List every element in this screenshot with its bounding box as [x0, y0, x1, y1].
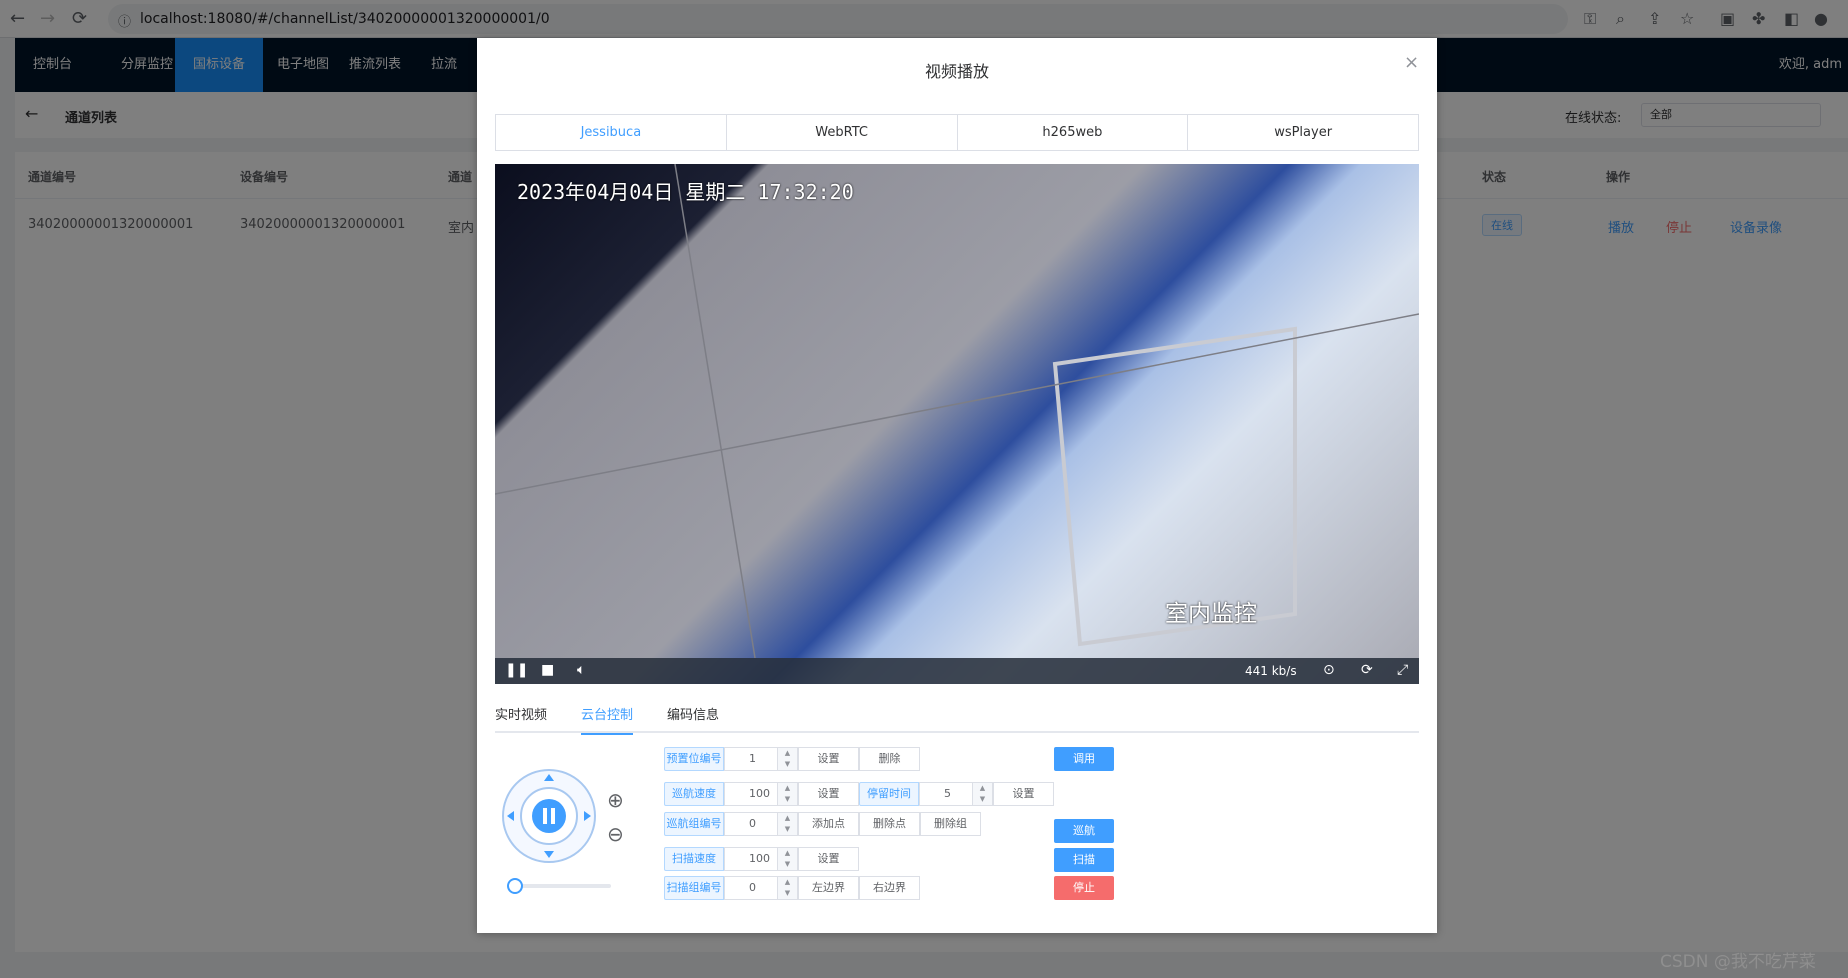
- scan-speed-set-button[interactable]: 设置: [798, 847, 859, 871]
- stepper-icon[interactable]: ▲ ▼: [777, 848, 797, 870]
- stop-button[interactable]: 停止: [1054, 876, 1114, 900]
- scan-speed-label: 扫描速度: [664, 847, 724, 871]
- zoom-in-icon[interactable]: ⊕: [607, 788, 624, 812]
- player-tabs: Jessibuca WebRTC h265web wsPlayer: [495, 114, 1419, 151]
- scan-button[interactable]: 扫描: [1054, 848, 1114, 872]
- watermark: CSDN @我不吃芹菜: [1660, 952, 1816, 972]
- zoom-out-icon[interactable]: ⊖: [607, 822, 624, 846]
- stay-time-label: 停留时间: [859, 782, 919, 806]
- osd-timestamp: 2023年04月04日 星期二 17:32:20: [517, 180, 854, 204]
- control-tabs: 实时视频 云台控制 编码信息: [495, 698, 1419, 735]
- preset-delete-button[interactable]: 删除: [859, 747, 920, 771]
- stepper-icon[interactable]: ▲ ▼: [777, 813, 797, 835]
- right-boundary-button[interactable]: 右边界: [859, 876, 920, 900]
- fullscreen-icon[interactable]: ⤢: [1397, 662, 1408, 678]
- dialog-title: 视频播放: [924, 62, 989, 81]
- video-dialog: 视频播放 × Jessibuca WebRTC h265web wsPlayer…: [477, 38, 1437, 933]
- left-boundary-button[interactable]: 左边界: [798, 876, 859, 900]
- cruise-speed-set-button[interactable]: 设置: [798, 782, 859, 806]
- preset-set-button[interactable]: 设置: [798, 747, 859, 771]
- scan-group-input[interactable]: 0 ▲ ▼: [724, 876, 798, 900]
- preset-value: 1: [749, 752, 756, 765]
- replay-icon[interactable]: ⟳: [1361, 662, 1373, 678]
- call-preset-button[interactable]: 调用: [1054, 747, 1114, 771]
- tab-webrtc[interactable]: WebRTC: [727, 115, 958, 150]
- ptz-direction-pad[interactable]: [499, 766, 599, 866]
- tab-h265web[interactable]: h265web: [958, 115, 1189, 150]
- tab-live-video[interactable]: 实时视频: [495, 698, 547, 733]
- scan-group-label: 扫描组编号: [664, 876, 724, 900]
- tab-encode-info[interactable]: 编码信息: [667, 698, 719, 733]
- video-frame: [495, 164, 1419, 658]
- cruise-speed-value: 100: [749, 787, 770, 800]
- stepper-icon[interactable]: ▲ ▼: [777, 783, 797, 805]
- cruise-button[interactable]: 巡航: [1054, 819, 1114, 843]
- screenshot-icon[interactable]: ⊙: [1323, 662, 1335, 678]
- scan-group-value: 0: [749, 881, 756, 894]
- cruise-group-input[interactable]: 0 ▲ ▼: [724, 812, 798, 836]
- add-point-button[interactable]: 添加点: [798, 812, 859, 836]
- stepper-icon[interactable]: ▲ ▼: [972, 783, 992, 805]
- video-player[interactable]: 2023年04月04日 星期二 17:32:20 室内监控 ❚❚ ■ 🔈︎ 44…: [495, 164, 1419, 684]
- cruise-group-value: 0: [749, 817, 756, 830]
- tab-ptz-control[interactable]: 云台控制: [581, 698, 634, 735]
- cruise-speed-input[interactable]: 100 ▲ ▼: [724, 782, 798, 806]
- delete-group-button[interactable]: 删除组: [920, 812, 981, 836]
- player-controls: ❚❚ ■ 🔈︎ 441 kb/s ⊙ ⟳ ⤢: [495, 658, 1419, 684]
- bitrate-text: 441 kb/s: [1245, 664, 1297, 678]
- cruise-speed-label: 巡航速度: [664, 782, 724, 806]
- stay-time-value: 5: [944, 787, 951, 800]
- delete-point-button[interactable]: 删除点: [859, 812, 920, 836]
- tab-wsplayer[interactable]: wsPlayer: [1188, 115, 1418, 150]
- stepper-icon[interactable]: ▲ ▼: [777, 877, 797, 899]
- preset-input[interactable]: 1 ▲ ▼: [724, 747, 798, 771]
- stay-time-set-button[interactable]: 设置: [993, 782, 1054, 806]
- mute-icon[interactable]: 🔈︎: [577, 662, 585, 678]
- scan-speed-input[interactable]: 100 ▲ ▼: [724, 847, 798, 871]
- stay-time-input[interactable]: 5 ▲ ▼: [919, 782, 993, 806]
- tab-jessibuca[interactable]: Jessibuca: [496, 115, 727, 150]
- pause-icon[interactable]: ❚❚: [505, 662, 528, 678]
- stepper-icon[interactable]: ▲ ▼: [777, 748, 797, 770]
- scan-speed-value: 100: [749, 852, 770, 865]
- osd-camera-name: 室内监控: [1165, 601, 1257, 627]
- preset-label: 预置位编号: [664, 747, 724, 771]
- close-icon[interactable]: ×: [1404, 52, 1419, 73]
- stop-icon[interactable]: ■: [541, 662, 554, 678]
- cruise-group-label: 巡航组编号: [664, 812, 724, 836]
- speed-slider-handle[interactable]: [507, 878, 523, 894]
